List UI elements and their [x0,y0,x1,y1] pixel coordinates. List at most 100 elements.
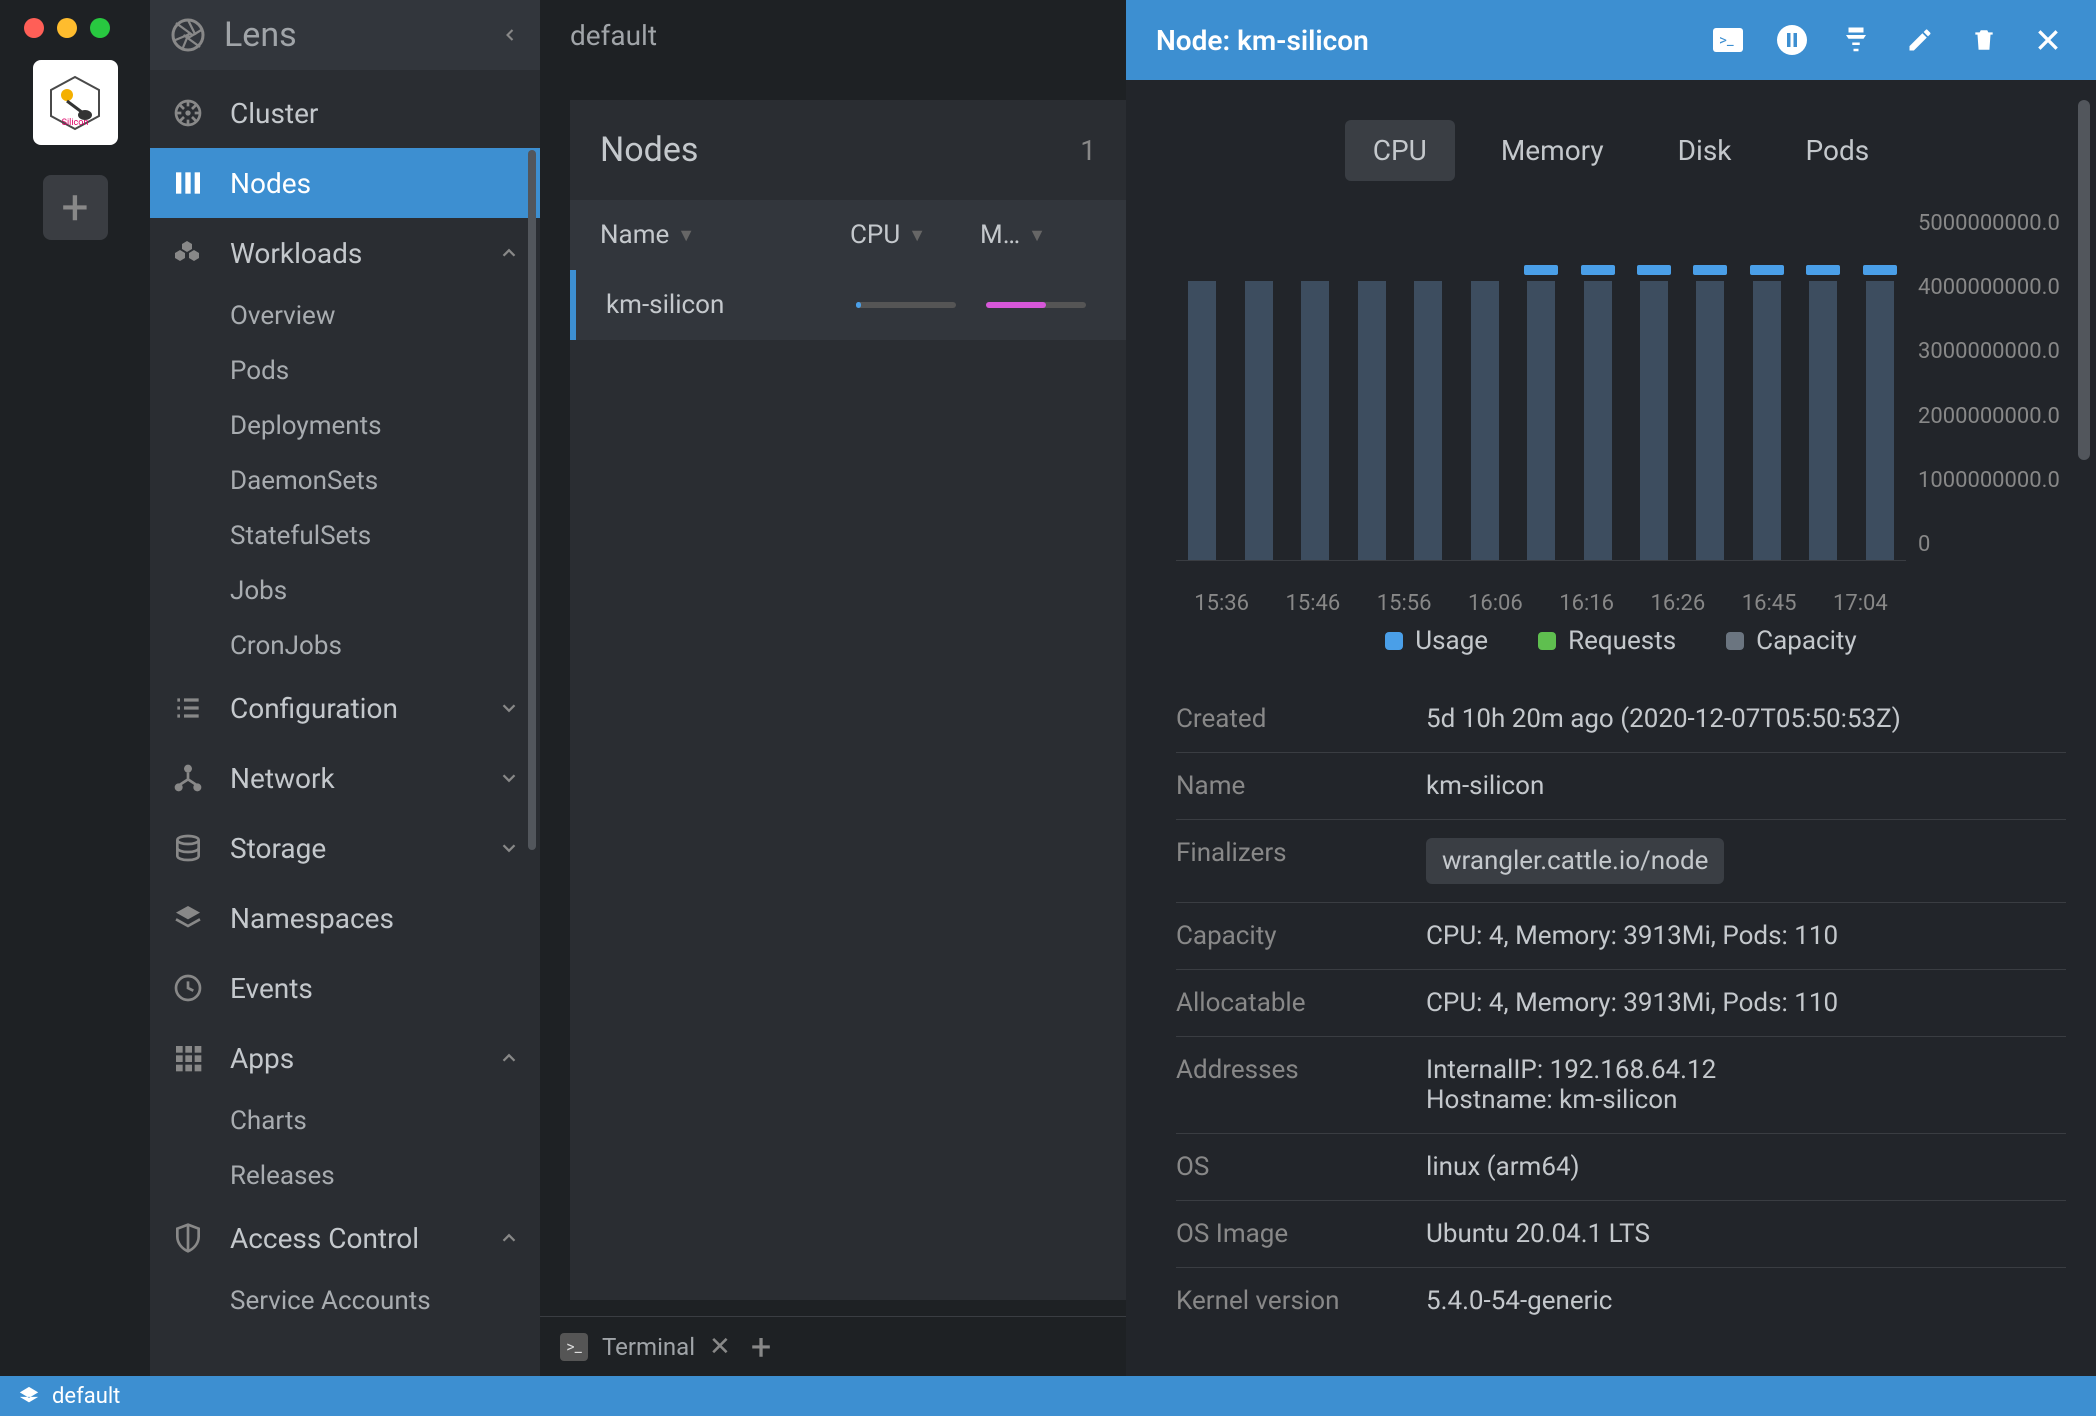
cluster-avatar[interactable]: Silicon [33,60,118,145]
sidebar-item-network[interactable]: Network [150,743,540,813]
usage-marker [1637,265,1671,275]
shell-icon[interactable]: >_ [1710,22,1746,58]
info-label: Addresses [1176,1055,1426,1115]
sidebar-subitem-daemonsets[interactable]: DaemonSets [150,453,540,508]
capacity-bar [1866,281,1894,560]
info-row-kernel-version: Kernel version5.4.0-54-generic [1176,1267,2066,1334]
sort-caret-icon: ▼ [1028,225,1046,246]
ytick: 2000000000.0 [1918,404,2066,429]
sidebar-item-storage[interactable]: Storage [150,813,540,883]
info-label: Capacity [1176,921,1426,951]
sidebar-subitem-service-accounts[interactable]: Service Accounts [150,1273,540,1328]
close-terminal-icon[interactable]: ✕ [709,1332,731,1362]
terminal-icon: >_ [560,1333,588,1361]
sidebar-subitem-statefulsets[interactable]: StatefulSets [150,508,540,563]
svg-text:Silicon: Silicon [62,118,89,128]
breadcrumb-text: default [570,19,657,52]
detail-title: km-silicon [1237,24,1369,57]
tab-pods[interactable]: Pods [1777,120,1897,181]
capacity-bar [1753,281,1781,560]
info-label: Finalizers [1176,838,1426,884]
sidebar-item-label: Events [230,972,313,1005]
col-name[interactable]: Name▼ [600,220,850,250]
xtick: 15:46 [1267,591,1358,616]
clock-icon [170,970,206,1006]
tab-disk[interactable]: Disk [1650,120,1760,181]
sidebar-item-nodes[interactable]: Nodes [150,148,540,218]
chart-bar-group [1458,211,1510,560]
info-label: OS Image [1176,1219,1426,1249]
edit-icon[interactable] [1902,22,1938,58]
nodes-panel: Nodes 1 Name▼ CPU▼ M…▼ km-silicon [570,100,1126,1300]
app-title: Lens [224,15,500,55]
sidebar-subitem-pods[interactable]: Pods [150,343,540,398]
add-terminal-button[interactable]: + [751,1326,771,1368]
sidebar-subitem-releases[interactable]: Releases [150,1148,540,1203]
helm-icon [170,95,206,131]
sidebar-subitem-charts[interactable]: Charts [150,1093,540,1148]
sidebar-subitem-deployments[interactable]: Deployments [150,398,540,453]
info-label: Kernel version [1176,1286,1426,1316]
info-value: 5d 10h 20m ago (2020-12-07T05:50:53Z) [1426,704,2066,734]
drain-icon[interactable] [1838,22,1874,58]
sidebar-item-namespaces[interactable]: Namespaces [150,883,540,953]
nodes-icon [170,165,206,201]
usage-marker [1693,265,1727,275]
tab-memory[interactable]: Memory [1473,120,1632,181]
sort-caret-icon: ▼ [677,225,695,246]
sidebar-subitem-jobs[interactable]: Jobs [150,563,540,618]
sidebar-item-access-control[interactable]: Access Control [150,1203,540,1273]
info-value: CPU: 4, Memory: 3913Mi, Pods: 110 [1426,988,2066,1018]
tab-cpu[interactable]: CPU [1345,120,1455,181]
legend-swatch [1726,632,1744,650]
legend-item-usage: Usage [1385,626,1488,656]
chart-bar-group [1176,211,1228,560]
minimize-window-icon[interactable] [57,18,77,38]
sidebar-scrollbar[interactable] [528,110,538,1210]
xtick: 16:16 [1541,591,1632,616]
sidebar-item-configuration[interactable]: Configuration [150,673,540,743]
chart-bar-group [1854,211,1906,560]
shield-icon [170,1220,206,1256]
chart-bar-group [1571,211,1623,560]
status-bar-context[interactable]: default [52,1384,120,1409]
detail-pane: Node: km-silicon >_ CPUMemoryDiskPods 50… [1126,0,2096,1376]
window-traffic-lights[interactable] [24,18,110,38]
capacity-bar [1245,281,1273,560]
sidebar-item-label: Cluster [230,97,318,130]
sidebar-item-cluster[interactable]: Cluster [150,78,540,148]
add-cluster-button[interactable]: + [43,175,108,240]
close-detail-icon[interactable] [2030,22,2066,58]
pause-icon[interactable] [1774,22,1810,58]
terminal-tab[interactable]: >_ Terminal ✕ [560,1332,731,1362]
layers-icon [18,1385,40,1407]
legend-item-capacity: Capacity [1726,626,1857,656]
col-mem[interactable]: M…▼ [980,220,1080,250]
detail-scrollbar[interactable] [2078,100,2090,460]
sidebar-nav: Cluster NodesWorkloadsOverviewPodsDeploym… [150,70,540,1376]
svg-text:>_: >_ [1719,31,1734,49]
sidebar-subitem-overview[interactable]: Overview [150,288,540,343]
sidebar-item-label: Configuration [230,692,398,725]
network-icon [170,760,206,796]
delete-icon[interactable] [1966,22,2002,58]
col-cpu[interactable]: CPU▼ [850,220,980,250]
table-row[interactable]: km-silicon [570,270,1126,340]
list-icon [170,690,206,726]
sidebar-item-events[interactable]: Events [150,953,540,1023]
legend-item-requests: Requests [1538,626,1676,656]
sidebar-item-apps[interactable]: Apps [150,1023,540,1093]
sidebar-subitem-cronjobs[interactable]: CronJobs [150,618,540,673]
maximize-window-icon[interactable] [90,18,110,38]
info-label: OS [1176,1152,1426,1182]
xtick: 16:45 [1724,591,1815,616]
info-label: Created [1176,704,1426,734]
chart-bar-group [1684,211,1736,560]
sidebar-item-workloads[interactable]: Workloads [150,218,540,288]
chart-bar-group [1232,211,1284,560]
info-row-finalizers: Finalizerswrangler.cattle.io/node [1176,819,2066,902]
sidebar-item-label: Network [230,762,335,795]
chevron-left-icon[interactable] [500,25,520,45]
close-window-icon[interactable] [24,18,44,38]
info-value: InternalIP: 192.168.64.12Hostname: km-si… [1426,1055,2066,1115]
